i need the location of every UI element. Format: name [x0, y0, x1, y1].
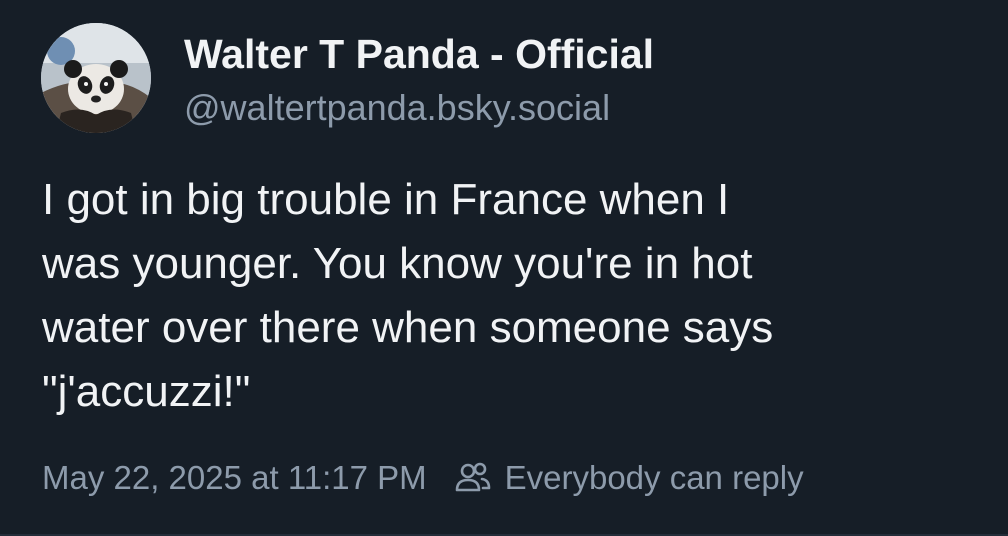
- post-meta: May 22, 2025 at 11:17 PM Everybody can r…: [42, 456, 804, 500]
- author-display-name[interactable]: Walter T Panda - Official: [184, 30, 654, 78]
- post-card: Walter T Panda - Official @waltertpanda.…: [0, 0, 1008, 536]
- post-timestamp[interactable]: May 22, 2025 at 11:17 PM: [42, 459, 427, 497]
- author-avatar[interactable]: [41, 23, 151, 133]
- people-icon: [453, 458, 493, 498]
- panda-avatar-icon: [41, 23, 151, 133]
- reply-setting-label[interactable]: Everybody can reply: [505, 459, 804, 497]
- author-handle[interactable]: @waltertpanda.bsky.social: [184, 86, 610, 130]
- post-text: I got in big trouble in France when I wa…: [42, 175, 774, 416]
